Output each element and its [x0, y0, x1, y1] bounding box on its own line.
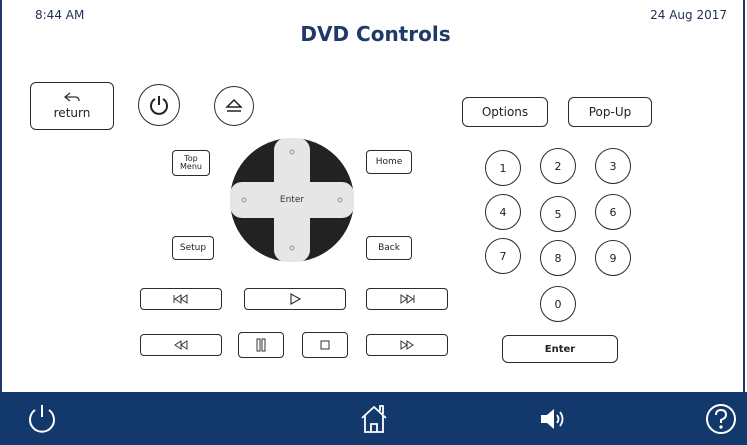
previous-chapter-button[interactable] [140, 288, 222, 310]
digit-0-label: 0 [554, 297, 562, 311]
help-icon[interactable] [703, 401, 739, 437]
dpad-left[interactable] [230, 182, 270, 218]
dpad-enter-button[interactable]: Enter [266, 188, 318, 212]
digit-0-button[interactable]: 0 [540, 286, 576, 322]
footer-bar [0, 392, 747, 445]
digit-7-button[interactable]: 7 [485, 238, 521, 274]
page-title: DVD Controls [300, 22, 451, 46]
dpad: Enter [228, 136, 356, 264]
digit-6-button[interactable]: 6 [595, 194, 631, 230]
home-label: Home [375, 157, 403, 167]
return-button[interactable]: return [30, 82, 114, 130]
power-icon[interactable] [24, 401, 60, 437]
popup-button[interactable]: Pop-Up [568, 97, 652, 127]
play-button[interactable] [244, 288, 346, 310]
stop-icon [320, 340, 330, 350]
digit-5-button[interactable]: 5 [540, 196, 576, 232]
date: 24 Aug 2017 [650, 8, 727, 22]
return-label: return [53, 106, 91, 120]
top-menu-label-2: Menu [180, 162, 202, 171]
digit-8-label: 8 [554, 251, 562, 265]
rewind-icon [173, 340, 189, 350]
clock: 8:44 AM [35, 8, 85, 22]
fast-forward-icon [399, 340, 415, 350]
digit-6-label: 6 [609, 205, 617, 219]
return-arrow-icon [63, 92, 81, 104]
pause-button[interactable] [238, 332, 284, 358]
next-chapter-button[interactable] [366, 288, 448, 310]
keypad-enter-button[interactable]: Enter [502, 335, 618, 363]
eject-button[interactable] [214, 86, 254, 126]
digit-3-label: 3 [609, 159, 617, 173]
fast-forward-button[interactable] [366, 334, 448, 356]
volume-icon[interactable] [536, 401, 572, 437]
options-button[interactable]: Options [462, 97, 548, 127]
digit-1-label: 1 [499, 161, 507, 175]
dpad-enter-label: Enter [279, 195, 305, 205]
digit-9-label: 9 [609, 251, 617, 265]
power-icon [148, 94, 170, 116]
eject-icon [225, 98, 243, 114]
dpad-right[interactable] [314, 182, 354, 218]
home-icon[interactable] [356, 401, 392, 437]
digit-4-label: 4 [499, 205, 507, 219]
back-label: Back [378, 243, 400, 253]
digit-2-button[interactable]: 2 [540, 148, 576, 184]
digit-8-button[interactable]: 8 [540, 240, 576, 276]
digit-7-label: 7 [499, 249, 507, 263]
home-button[interactable]: Home [366, 150, 412, 174]
setup-label: Setup [179, 243, 207, 253]
popup-label: Pop-Up [588, 105, 632, 119]
dpad-down[interactable] [274, 222, 310, 262]
main-panel: 8:44 AM 24 Aug 2017 DVD Controls return … [0, 0, 745, 392]
dpad-up[interactable] [274, 138, 310, 178]
digit-3-button[interactable]: 3 [595, 148, 631, 184]
digit-4-button[interactable]: 4 [485, 194, 521, 230]
skip-back-icon [172, 294, 190, 304]
back-button[interactable]: Back [366, 236, 412, 260]
skip-forward-icon [398, 294, 416, 304]
digit-5-label: 5 [554, 207, 562, 221]
digit-2-label: 2 [554, 159, 562, 173]
digit-1-button[interactable]: 1 [485, 150, 521, 186]
dvd-power-button[interactable] [138, 84, 180, 126]
pause-icon [255, 338, 267, 352]
top-menu-button[interactable]: Top Menu [172, 150, 210, 176]
setup-button[interactable]: Setup [172, 236, 214, 260]
play-icon [289, 293, 301, 305]
stop-button[interactable] [302, 332, 348, 358]
digit-9-button[interactable]: 9 [595, 240, 631, 276]
rewind-button[interactable] [140, 334, 222, 356]
options-label: Options [481, 105, 529, 119]
keypad-enter-label: Enter [544, 343, 576, 355]
